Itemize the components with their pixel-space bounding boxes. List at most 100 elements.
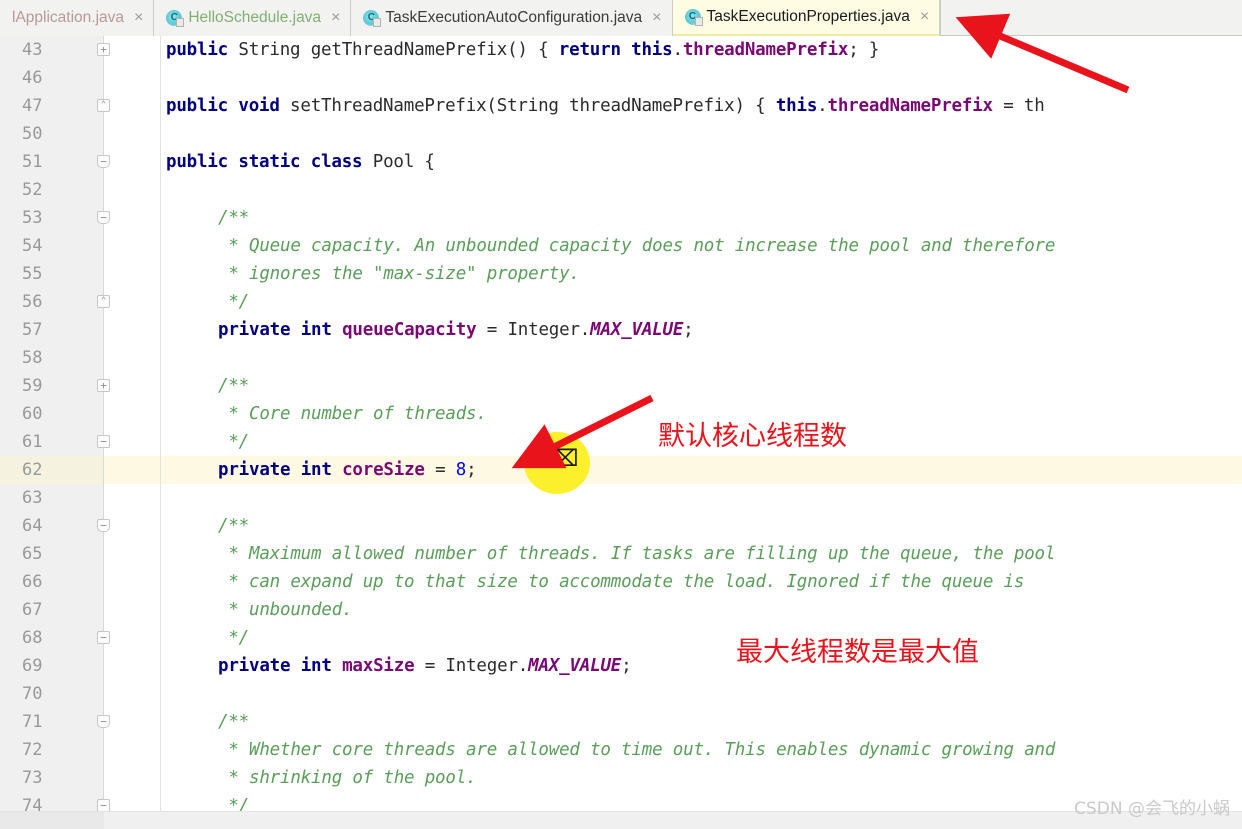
code-line[interactable]: 68 */: [0, 624, 1242, 652]
gutter-separator: [160, 232, 161, 260]
code-line[interactable]: 61 */: [0, 428, 1242, 456]
code-text[interactable]: /**: [218, 512, 249, 540]
code-line[interactable]: 64 /**: [0, 512, 1242, 540]
code-fold-toggle[interactable]: [97, 435, 110, 448]
tab-close-icon[interactable]: ×: [327, 0, 340, 36]
gutter-separator: [160, 316, 161, 344]
line-number: 73: [22, 768, 43, 788]
code-line[interactable]: 70: [0, 680, 1242, 708]
code-line[interactable]: 50: [0, 120, 1242, 148]
code-fold-toggle[interactable]: [97, 715, 110, 728]
code-line[interactable]: 55 * ignores the "max-size" property.: [0, 260, 1242, 288]
code-token: coreSize: [342, 460, 425, 480]
fold-rail: [103, 120, 104, 148]
code-fold-toggle[interactable]: [97, 295, 110, 308]
code-line[interactable]: 73 * shrinking of the pool.: [0, 764, 1242, 792]
code-fold-toggle[interactable]: [97, 99, 110, 112]
editor-tab-0[interactable]: lApplication.java ×: [0, 0, 155, 36]
code-text[interactable]: /**: [218, 204, 249, 232]
code-line[interactable]: 47 public void setThreadNamePrefix(String…: [0, 92, 1242, 120]
code-fold-toggle[interactable]: [97, 519, 110, 532]
code-text[interactable]: */: [218, 288, 249, 316]
code-text[interactable]: * shrinking of the pool.: [218, 764, 476, 792]
code-fold-toggle[interactable]: [97, 379, 110, 392]
fold-rail: [103, 736, 104, 764]
code-token: /**: [218, 712, 250, 732]
code-token: */: [218, 628, 250, 648]
tab-close-icon[interactable]: ×: [130, 0, 143, 36]
code-token: queueCapacity: [342, 320, 477, 340]
code-text[interactable]: private int queueCapacity = Integer.MAX_…: [218, 316, 694, 344]
code-lines[interactable]: 43 public String getThreadNamePrefix() { …: [0, 36, 1242, 829]
code-line[interactable]: 43 public String getThreadNamePrefix() { …: [0, 36, 1242, 64]
code-line[interactable]: 46: [0, 64, 1242, 92]
code-line[interactable]: 72 * Whether core threads are allowed to…: [0, 736, 1242, 764]
line-number: 46: [22, 68, 43, 88]
code-line[interactable]: 62 private int coreSize = 8;: [0, 456, 1242, 484]
gutter-separator: [160, 400, 161, 428]
line-number: 65: [22, 544, 43, 564]
code-line[interactable]: 57 private int queueCapacity = Integer.MA…: [0, 316, 1242, 344]
code-line[interactable]: 52: [0, 176, 1242, 204]
editor-tab-1[interactable]: C HelloSchedule.java ×: [154, 0, 352, 36]
code-text[interactable]: * Core number of threads.: [218, 400, 487, 428]
code-token: int: [300, 656, 332, 676]
code-line[interactable]: 63: [0, 484, 1242, 512]
code-text[interactable]: * can expand up to that size to accommod…: [218, 568, 1024, 596]
code-fold-toggle[interactable]: [97, 211, 110, 224]
code-token: =: [424, 460, 456, 480]
code-line[interactable]: 67 * unbounded.: [0, 596, 1242, 624]
code-text[interactable]: * Whether core threads are allowed to ti…: [218, 736, 1055, 764]
line-number: 59: [22, 376, 43, 396]
code-fold-toggle[interactable]: [97, 43, 110, 56]
code-line[interactable]: 54 * Queue capacity. An unbounded capaci…: [0, 232, 1242, 260]
code-token: int: [300, 320, 332, 340]
code-line[interactable]: 53 /**: [0, 204, 1242, 232]
code-text[interactable]: private int maxSize = Integer.MAX_VALUE;: [218, 652, 632, 680]
code-text[interactable]: private int coreSize = 8;: [218, 456, 477, 484]
code-text[interactable]: */: [218, 624, 249, 652]
code-text[interactable]: * Maximum allowed number of threads. If …: [218, 540, 1055, 568]
code-text[interactable]: public static class Pool {: [166, 148, 435, 176]
code-fold-toggle[interactable]: [97, 155, 110, 168]
line-number: 55: [22, 264, 43, 284]
code-text[interactable]: public void setThreadNamePrefix(String t…: [166, 92, 1045, 120]
code-line[interactable]: 59 /**: [0, 372, 1242, 400]
code-text[interactable]: * Queue capacity. An unbounded capacity …: [218, 232, 1055, 260]
gutter-separator: [160, 120, 161, 148]
code-text[interactable]: public String getThreadNamePrefix() { re…: [166, 36, 879, 64]
code-text[interactable]: * ignores the "max-size" property.: [218, 260, 580, 288]
code-line[interactable]: 71 /**: [0, 708, 1242, 736]
horizontal-scrollbar[interactable]: [0, 811, 1242, 829]
code-text[interactable]: */: [218, 428, 249, 456]
code-token: this: [775, 96, 818, 116]
code-line[interactable]: 60 * Core number of threads.: [0, 400, 1242, 428]
code-text[interactable]: * unbounded.: [218, 596, 352, 624]
tab-close-icon[interactable]: ×: [916, 0, 929, 35]
code-line[interactable]: 51 public static class Pool {: [0, 148, 1242, 176]
line-number: 66: [22, 572, 43, 592]
code-line[interactable]: 66 * can expand up to that size to accom…: [0, 568, 1242, 596]
code-text[interactable]: /**: [218, 372, 249, 400]
code-token: private: [218, 656, 291, 676]
code-line[interactable]: 65 * Maximum allowed number of threads. …: [0, 540, 1242, 568]
code-token: /**: [218, 208, 250, 228]
code-line[interactable]: 58: [0, 344, 1242, 372]
line-number: 70: [22, 684, 43, 704]
code-editor[interactable]: 43 public String getThreadNamePrefix() { …: [0, 36, 1242, 829]
line-number: 64: [22, 516, 43, 536]
code-token: 8: [455, 460, 467, 480]
code-token: setThreadNamePrefix(String threadNamePre…: [279, 96, 756, 116]
editor-tab-2[interactable]: C TaskExecutionAutoConfiguration.java ×: [351, 0, 673, 36]
code-fold-toggle[interactable]: [97, 631, 110, 644]
line-number: 62: [22, 460, 43, 480]
code-token: * unbounded.: [218, 600, 353, 620]
code-line[interactable]: 56 */: [0, 288, 1242, 316]
editor-tab-label: TaskExecutionProperties.java: [706, 8, 910, 25]
editor-tab-3[interactable]: C TaskExecutionProperties.java ×: [672, 0, 941, 36]
code-token: * Queue capacity. An unbounded capacity …: [218, 236, 1056, 256]
code-line[interactable]: 69 private int maxSize = Integer.MAX_VALU…: [0, 652, 1242, 680]
code-text[interactable]: /**: [218, 708, 249, 736]
tab-close-icon[interactable]: ×: [648, 0, 661, 36]
